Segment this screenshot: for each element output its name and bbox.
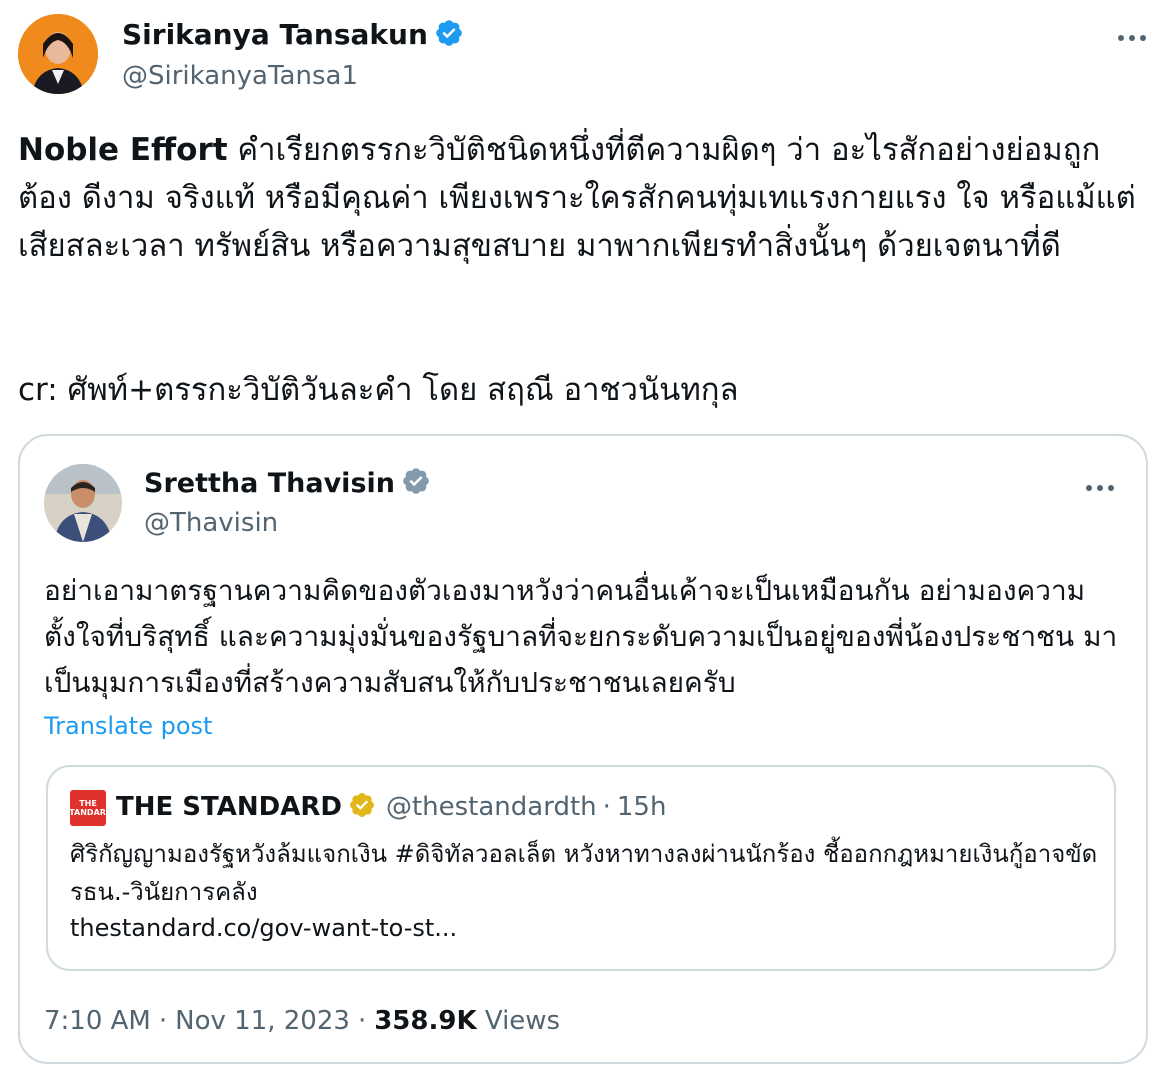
post-credit: cr: ศัพท์+ตรรกะวิบัติวันละคำ โดย สฤณี อา… xyxy=(18,372,739,408)
nested-author-row[interactable]: THE STANDARD @thestandardth · 15h xyxy=(116,789,666,825)
nested-author-name[interactable]: THE STANDARD xyxy=(116,792,342,822)
verified-badge-icon xyxy=(436,20,462,46)
quoted-post-text: อย่าเอามาตรฐานความคิดของตัวเองมาหวังว่าค… xyxy=(44,574,1118,699)
author-handle[interactable]: @SirikanyaTansa1 xyxy=(122,58,358,94)
quoted-more-options-button[interactable] xyxy=(1080,468,1120,500)
nested-post-link[interactable]: thestandard.co/gov-want-to-st... xyxy=(70,909,457,947)
more-horizontal-icon xyxy=(1086,485,1114,491)
quoted-author-name[interactable]: Srettha Thavisin xyxy=(144,468,395,499)
post-text-bold: Noble Effort xyxy=(18,132,228,168)
quoted-author-handle[interactable]: @Thavisin xyxy=(144,505,278,541)
post-date[interactable]: Nov 11, 2023 xyxy=(175,1006,350,1036)
author-avatar[interactable] xyxy=(18,14,98,94)
nested-author-handle[interactable]: @thestandardth xyxy=(386,792,597,822)
post-time[interactable]: 7:10 AM xyxy=(44,1006,151,1036)
author-name-row[interactable]: Sirikanya Tansakun xyxy=(122,16,464,54)
views-label: Views xyxy=(484,1006,561,1036)
separator-dot: · xyxy=(602,792,611,822)
the-standard-logo-icon: THE STANDARD xyxy=(63,790,113,826)
gold-verified-badge-icon xyxy=(349,793,374,817)
grey-verified-badge-icon xyxy=(403,468,429,494)
avatar-image xyxy=(18,14,98,94)
author-name[interactable]: Sirikanya Tansakun xyxy=(122,18,428,51)
separator-dot: · xyxy=(357,1006,367,1036)
more-options-button[interactable] xyxy=(1112,18,1152,50)
post-text: Noble Effort คำเรียกตรรกะวิบัติชนิดหนึ่ง… xyxy=(18,126,1154,270)
views-count[interactable]: 358.9K xyxy=(374,1006,476,1036)
nested-post-text: ศิริกัญญามองรัฐหวังล้มแจกเงิน #ดิจิทัลวอ… xyxy=(70,840,1098,906)
translate-post-link[interactable]: Translate post xyxy=(44,709,212,743)
quoted-author-avatar[interactable] xyxy=(44,464,122,542)
separator-dot: · xyxy=(158,1006,168,1036)
more-horizontal-icon xyxy=(1118,35,1146,41)
post-meta: 7:10 AM · Nov 11, 2023 · 358.9K Views xyxy=(44,1002,560,1040)
nested-post-time[interactable]: 15h xyxy=(617,792,667,822)
quoted-author-name-row[interactable]: Srettha Thavisin xyxy=(144,466,431,502)
avatar-image xyxy=(44,464,122,542)
